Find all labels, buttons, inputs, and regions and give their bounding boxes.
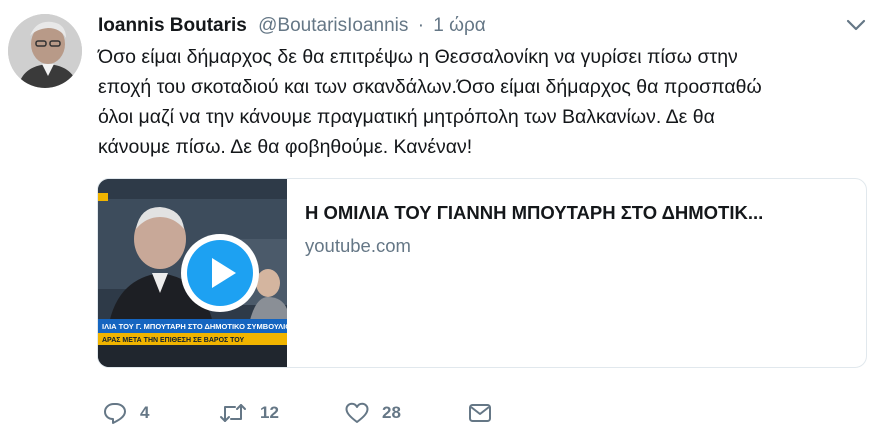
separator-dot: · [417,15,425,36]
video-thumbnail[interactable]: ΙΛΙΑ ΤΟΥ Γ. ΜΠΟΥΤΑΡΗ ΣΤΟ ΔΗΜΟΤΙΚΟ ΣΥΜΒΟΥ… [98,179,287,367]
reply-icon [104,403,126,424]
tweet-text-line: εποχή του σκοταδιού και των σκανδάλων.Όσ… [98,76,762,98]
chevron-down-icon[interactable] [846,18,866,32]
card-domain: youtube.com [305,235,411,256]
author-name[interactable]: Ioannis Boutaris [98,15,247,36]
retweet-count: 12 [260,403,279,422]
link-card[interactable]: ΙΛΙΑ ΤΟΥ Γ. ΜΠΟΥΤΑΡΗ ΣΤΟ ΔΗΜΟΤΙΚΟ ΣΥΜΒΟΥ… [97,178,867,368]
tweet-header: Ioannis Boutaris @BoutarisIoannis · 1 ώρ… [98,14,486,38]
author-handle[interactable]: @BoutarisIoannis [258,15,408,36]
tweet-text-line: Όσο είμαι δήμαρχος δε θα επιτρέψω η Θεσσ… [98,46,738,68]
tweet-text: Όσο είμαι δήμαρχος δε θα επιτρέψω η Θεσσ… [98,42,868,162]
like-icon [345,402,369,423]
retweet-button[interactable]: 12 [218,398,279,428]
timestamp[interactable]: 1 ώρα [433,15,485,36]
tweet-text-line: όλοι μαζί να την κάνουμε πραγματική μητρ… [98,106,715,128]
thumbnail-caption: ΑΡΑΣ ΜΕΤΑ ΤΗΝ ΕΠΙΘΕΣΗ ΣΕ ΒΑΡΟΣ ΤΟΥ [102,337,245,344]
like-count: 28 [382,403,401,422]
message-icon [469,404,491,422]
thumbnail-caption: ΙΛΙΑ ΤΟΥ Γ. ΜΠΟΥΤΑΡΗ ΣΤΟ ΔΗΜΟΤΙΚΟ ΣΥΜΒΟΥ… [102,322,287,331]
tweet-text-line: κάνουμε πίσω. Δε θα φοβηθούμε. Κανέναν! [98,136,473,158]
tweet: Ioannis Boutaris @BoutarisIoannis · 1 ώρ… [0,0,880,443]
play-icon[interactable] [179,232,261,314]
direct-message-button[interactable] [468,398,492,428]
reply-button[interactable]: 4 [102,398,149,428]
card-title[interactable]: Η ΟΜΙΛΙΑ ΤΟΥ ΓΙΑΝΝΗ ΜΠΟΥΤΑΡΗ ΣΤΟ ΔΗΜΟΤΙΚ… [305,201,853,225]
avatar-image [8,14,82,88]
reply-count: 4 [140,403,150,422]
avatar[interactable] [8,14,82,88]
retweet-icon [220,404,246,422]
like-button[interactable]: 28 [344,398,401,428]
